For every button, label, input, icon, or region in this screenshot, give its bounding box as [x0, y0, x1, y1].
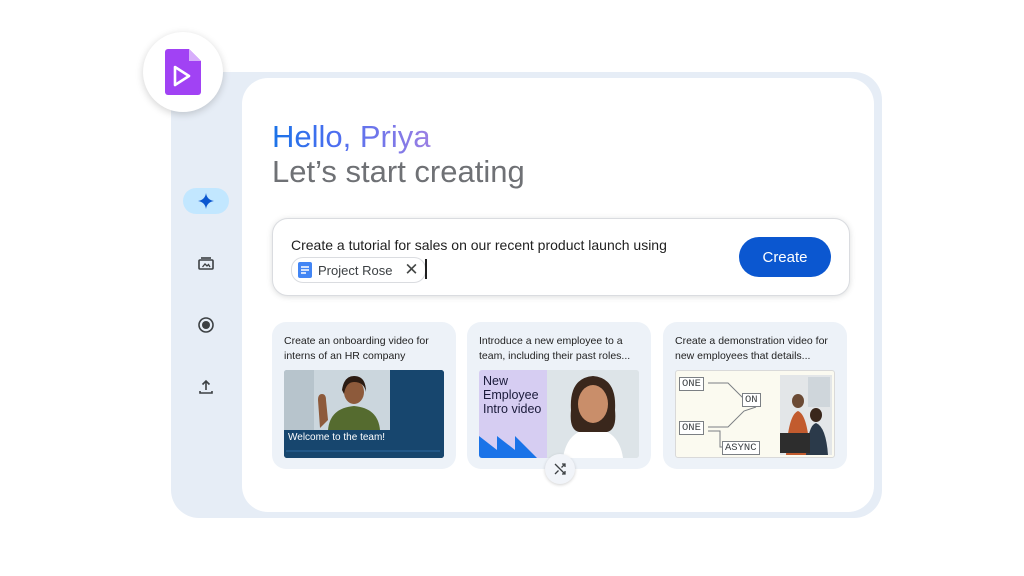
- text-cursor: [425, 259, 427, 279]
- suggestion-thumbnail: ONE ON ONE ASYNC: [675, 370, 835, 458]
- diagram-label-one-bottom: ONE: [679, 421, 704, 435]
- app-logo: [143, 32, 223, 112]
- person-waving-image: [284, 370, 444, 458]
- suggestion-text: Create an onboarding video for interns o…: [284, 335, 429, 362]
- suggestion-text: Create a demonstration video for new emp…: [675, 335, 828, 362]
- greeting-title: Hello, Priya: [272, 119, 431, 154]
- rail-upload-button[interactable]: [183, 374, 229, 400]
- docs-icon: [298, 262, 312, 278]
- suggestion-card-demo[interactable]: Create a demonstration video for new emp…: [663, 322, 847, 469]
- diagram-label-on: ON: [742, 393, 761, 407]
- suggestion-thumbnail: New Employee Intro video: [479, 370, 639, 458]
- suggestion-card-intro[interactable]: Introduce a new employee to a team, incl…: [467, 322, 651, 469]
- upload-icon: [199, 379, 213, 394]
- shuffle-button[interactable]: [545, 454, 575, 484]
- record-icon: [198, 317, 214, 333]
- thumbnail-caption: Welcome to the team!: [288, 432, 386, 443]
- prompt-text: Create a tutorial for sales on our recen…: [291, 237, 667, 253]
- diagram-label-async: ASYNC: [722, 441, 760, 455]
- rail-sparkle-button[interactable]: [183, 188, 229, 214]
- sparkle-icon: [198, 193, 214, 209]
- suggestion-text: Introduce a new employee to a team, incl…: [479, 335, 631, 362]
- suggestion-card-onboarding[interactable]: Create an onboarding video for interns o…: [272, 322, 456, 469]
- video-play-doc-icon: [165, 49, 201, 95]
- rail-media-button[interactable]: [183, 250, 229, 276]
- rail-record-button[interactable]: [183, 312, 229, 338]
- create-button[interactable]: Create: [739, 237, 831, 277]
- greeting-subtitle: Let’s start creating: [272, 154, 525, 189]
- shuffle-icon: [554, 463, 566, 475]
- media-library-icon: [198, 257, 214, 270]
- chip-label: Project Rose: [318, 262, 393, 278]
- chip-close-icon[interactable]: ✕: [404, 260, 418, 280]
- diagram-label-one-top: ONE: [679, 377, 704, 391]
- thumbnail-title: New Employee Intro video: [483, 374, 542, 416]
- suggestion-thumbnail: Welcome to the team!: [284, 370, 444, 458]
- prompt-input[interactable]: Create a tutorial for sales on our recen…: [272, 218, 850, 296]
- attachment-chip[interactable]: Project Rose ✕: [291, 257, 426, 283]
